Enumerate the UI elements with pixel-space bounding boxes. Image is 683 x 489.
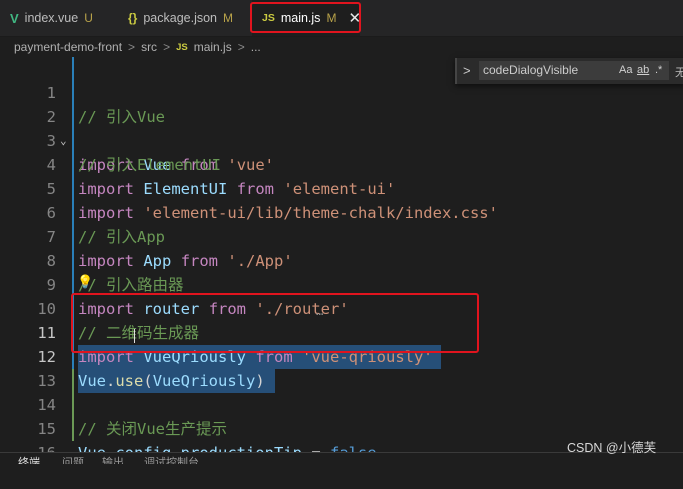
tab-status-badge: U bbox=[84, 11, 93, 25]
breadcrumb: payment-demo-front > src > JS main.js > … bbox=[0, 37, 683, 57]
code-line[interactable]: 3 // 引入ElementUI bbox=[0, 105, 683, 174]
tab-label: package.json bbox=[143, 11, 218, 25]
breadcrumb-folder[interactable]: payment-demo-front bbox=[14, 40, 122, 54]
find-overflow-text: 无 bbox=[675, 67, 683, 79]
breadcrumb-symbols[interactable]: ... bbox=[251, 40, 261, 54]
vue-file-icon: V bbox=[10, 10, 19, 26]
find-query-text: codeDialogVisible bbox=[483, 63, 579, 77]
code-editor[interactable]: 1 // 引入Vue 2 ⌄ import Vue from 'vue' 3 /… bbox=[0, 57, 683, 463]
tab-label: index.vue bbox=[24, 11, 79, 25]
code-line[interactable]: 9 import router from './router' bbox=[0, 249, 683, 318]
breadcrumb-separator: > bbox=[128, 40, 136, 54]
regex-icon[interactable]: .* bbox=[655, 64, 662, 76]
watermark: CSDN @小德芙 bbox=[567, 441, 657, 455]
code-line[interactable]: 5 import 'element-ui/lib/theme-chalk/ind… bbox=[0, 153, 683, 222]
code-line[interactable]: 2 ⌄ import Vue from 'vue' bbox=[0, 81, 683, 174]
code-line[interactable]: 7 import App from './App' bbox=[0, 201, 683, 270]
lightbulb-icon[interactable]: 💡 bbox=[77, 271, 93, 295]
code-highlight-box bbox=[71, 293, 479, 353]
tab-package-json[interactable]: {} package.json M bbox=[118, 0, 252, 36]
whole-word-icon[interactable]: ab bbox=[637, 64, 649, 76]
json-file-icon: {} bbox=[128, 11, 138, 25]
code-line[interactable]: 4 import ElementUI from 'element-ui' bbox=[0, 129, 683, 198]
find-widget: > codeDialogVisible Aa ab .* 无 bbox=[455, 58, 683, 84]
tab-index-vue[interactable]: V index.vue U bbox=[0, 0, 118, 36]
code-line[interactable]: 15 Vue.config.productionTip = false bbox=[0, 393, 683, 462]
code-line[interactable]: 8 // 引入路由器 bbox=[0, 225, 683, 294]
code-line[interactable]: 6 // 引入App bbox=[0, 177, 683, 246]
js-file-icon: JS bbox=[176, 41, 188, 53]
breadcrumb-separator: > bbox=[163, 40, 171, 54]
code-line[interactable]: 14 // 关闭Vue生产提示 bbox=[0, 369, 683, 438]
match-case-icon[interactable]: Aa bbox=[619, 64, 632, 76]
breadcrumb-separator: > bbox=[237, 40, 245, 54]
breadcrumb-folder[interactable]: src bbox=[141, 40, 157, 54]
tab-highlight-box bbox=[250, 2, 361, 33]
tab-status-badge: M bbox=[223, 11, 234, 25]
toggle-replace-chevron-icon[interactable]: > bbox=[463, 63, 471, 78]
breadcrumb-file[interactable]: main.js bbox=[194, 40, 232, 54]
